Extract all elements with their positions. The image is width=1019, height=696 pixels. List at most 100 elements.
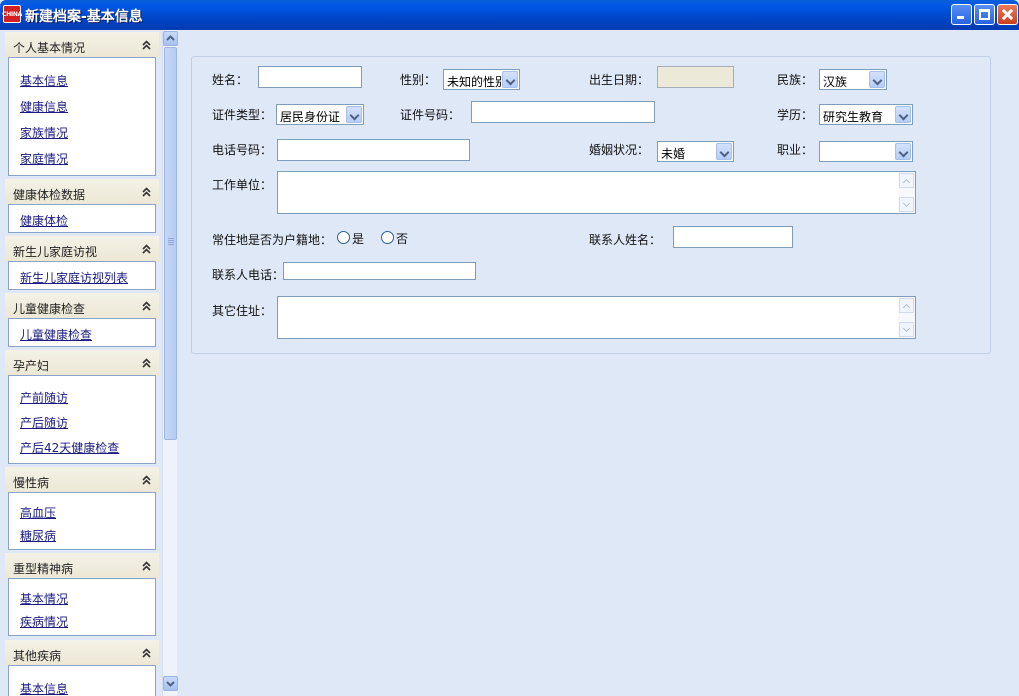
sidebar-item-other-basic[interactable]: 基本信息 — [20, 680, 68, 696]
residence-label: 常住地是否为户籍地： — [212, 233, 333, 247]
sidebar-group-chronic[interactable]: 慢性病 — [5, 467, 159, 493]
chevron-down-icon[interactable] — [895, 106, 911, 123]
sidebar-group-chronic-body: 高血压 糖尿病 — [8, 492, 156, 550]
chevron-up-icon — [166, 35, 175, 41]
id-type-label: 证件类型： — [212, 108, 273, 122]
sidebar-item-basic-info[interactable]: 基本信息 — [20, 72, 68, 89]
collapse-icon[interactable] — [142, 648, 151, 658]
sidebar-item-newborn-visit-list[interactable]: 新生儿家庭访视列表 — [20, 269, 128, 286]
group-title: 儿童健康检查 — [13, 302, 86, 316]
id-number-input[interactable] — [471, 101, 655, 123]
sidebar-item-postnatal-42day[interactable]: 产后42天健康检查 — [20, 439, 119, 456]
sidebar-group-child-health[interactable]: 儿童健康检查 — [5, 293, 159, 319]
group-title: 新生儿家庭访视 — [13, 245, 98, 259]
sidebar-item-mental-basic[interactable]: 基本情况 — [20, 590, 68, 607]
chevron-down-icon — [166, 681, 175, 687]
sidebar-item-postnatal-followup[interactable]: 产后随访 — [20, 414, 68, 431]
grip-icon — [168, 238, 174, 246]
maximize-button[interactable] — [974, 4, 995, 25]
ethnicity-select[interactable]: 汉族 — [819, 69, 887, 90]
marital-status-label: 婚姻状况： — [589, 143, 650, 157]
id-type-value: 居民身份证 — [280, 110, 341, 124]
sidebar-group-newborn[interactable]: 新生儿家庭访视 — [5, 236, 159, 262]
sidebar-item-family-history[interactable]: 家族情况 — [20, 124, 68, 141]
chevron-up-icon[interactable] — [899, 298, 914, 313]
group-title: 慢性病 — [13, 476, 50, 490]
residence-yes-radio[interactable] — [337, 231, 350, 244]
marital-status-select[interactable]: 未婚 — [657, 141, 734, 162]
title-bar: CHINA 新建档案-基本信息 — [0, 0, 1019, 30]
sidebar-item-health-exam[interactable]: 健康体检 — [20, 212, 68, 229]
gender-select[interactable]: 未知的性别 — [443, 69, 520, 90]
chevron-down-icon[interactable] — [899, 322, 914, 337]
education-value: 研究生教育 — [823, 110, 884, 124]
chevron-up-icon[interactable] — [899, 173, 914, 188]
chevron-down-icon[interactable] — [716, 143, 732, 160]
sidebar-group-newborn-body: 新生儿家庭访视列表 — [8, 261, 156, 290]
sidebar-group-physical-exam[interactable]: 健康体检数据 — [5, 179, 159, 205]
education-select[interactable]: 研究生教育 — [819, 104, 913, 125]
ethnicity-value: 汉族 — [823, 75, 848, 89]
maximize-icon — [979, 9, 990, 20]
collapse-icon[interactable] — [142, 187, 151, 197]
app-logo-icon: CHINA — [2, 5, 22, 23]
residence-no-radio[interactable] — [381, 231, 394, 244]
chevron-down-icon[interactable] — [899, 197, 914, 212]
sidebar-item-mental-disease[interactable]: 疾病情况 — [20, 613, 68, 630]
collapse-icon[interactable] — [142, 40, 151, 50]
sidebar-group-other-body: 基本信息 — [8, 665, 156, 696]
sidebar-item-household[interactable]: 家庭情况 — [20, 150, 68, 167]
scroll-thumb[interactable] — [164, 47, 177, 440]
workplace-textarea[interactable] — [277, 171, 916, 214]
birth-date-field[interactable] — [657, 66, 734, 88]
chevron-down-icon[interactable] — [502, 71, 518, 88]
scroll-down-button[interactable] — [163, 676, 178, 691]
sidebar-item-diabetes[interactable]: 糖尿病 — [20, 527, 56, 544]
sidebar-group-basic[interactable]: 个人基本情况 — [5, 32, 159, 58]
phone-input[interactable] — [277, 139, 470, 161]
contact-phone-input[interactable] — [283, 262, 476, 280]
name-input[interactable] — [258, 66, 362, 88]
textarea-scrollbar[interactable] — [898, 172, 915, 213]
close-button[interactable] — [997, 4, 1018, 25]
sidebar-group-physical-exam-body: 健康体检 — [8, 204, 156, 233]
birth-date-label: 出生日期： — [589, 73, 650, 87]
group-title: 个人基本情况 — [13, 41, 86, 55]
textarea-scrollbar[interactable] — [898, 297, 915, 338]
sidebar-group-maternal[interactable]: 孕产妇 — [5, 350, 159, 376]
contact-name-label: 联系人姓名： — [589, 233, 662, 247]
sidebar-item-prenatal-followup[interactable]: 产前随访 — [20, 389, 68, 406]
group-title: 重型精神病 — [13, 562, 74, 576]
chevron-down-icon[interactable] — [346, 106, 362, 123]
other-address-textarea[interactable] — [277, 296, 916, 339]
contact-name-input[interactable] — [673, 226, 793, 248]
collapse-icon[interactable] — [142, 358, 151, 368]
collapse-icon[interactable] — [142, 244, 151, 254]
group-title: 健康体检数据 — [13, 188, 86, 202]
sidebar-group-mental[interactable]: 重型精神病 — [5, 553, 159, 579]
chevron-down-icon[interactable] — [895, 143, 911, 160]
chevron-down-icon[interactable] — [869, 71, 885, 88]
collapse-icon[interactable] — [142, 475, 151, 485]
sidebar-scrollbar[interactable] — [162, 30, 178, 696]
collapse-icon[interactable] — [142, 561, 151, 571]
residence-yes-label: 是 — [352, 232, 365, 246]
occupation-select[interactable] — [819, 141, 913, 162]
residence-no-label: 否 — [396, 232, 409, 246]
other-address-label: 其它住址： — [212, 304, 273, 318]
sidebar-group-other[interactable]: 其他疾病 — [5, 640, 159, 666]
occupation-label: 职业： — [777, 143, 814, 157]
close-icon — [1002, 9, 1013, 20]
sidebar-item-child-health-check[interactable]: 儿童健康检查 — [20, 326, 92, 343]
sidebar-group-maternal-body: 产前随访 产后随访 产后42天健康检查 — [8, 375, 156, 464]
sidebar-item-health-info[interactable]: 健康信息 — [20, 98, 68, 115]
group-title: 其他疾病 — [13, 649, 62, 663]
marital-status-value: 未婚 — [661, 147, 686, 161]
name-label: 姓名： — [212, 73, 249, 87]
id-type-select[interactable]: 居民身份证 — [276, 104, 364, 125]
minimize-button[interactable] — [951, 4, 972, 25]
collapse-icon[interactable] — [142, 301, 151, 311]
sidebar-item-hypertension[interactable]: 高血压 — [20, 504, 56, 521]
scroll-up-button[interactable] — [163, 31, 178, 46]
sidebar-group-child-health-body: 儿童健康检查 — [8, 318, 156, 347]
